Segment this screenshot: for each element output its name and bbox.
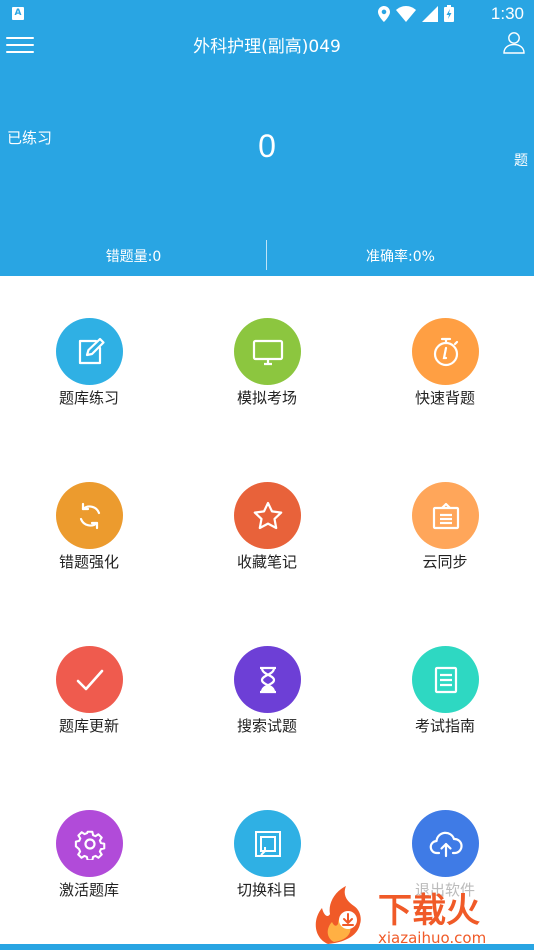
tile-label: 题库练习 xyxy=(58,389,119,407)
refresh-icon xyxy=(79,502,100,529)
tile-label: 考试指南 xyxy=(414,717,475,735)
practiced-count: 0 xyxy=(258,128,276,164)
feature-grid: 题库练习 模拟考场 快速背题 错题强化 收藏笔记 云同步 题库更新 搜索试题 考… xyxy=(0,276,534,944)
monitor-icon xyxy=(252,339,283,365)
status-bar: A 1:30 xyxy=(0,0,534,28)
status-icons xyxy=(378,5,454,22)
tile-cloud-sync[interactable]: 云同步 xyxy=(356,440,534,604)
tile-icon-circle xyxy=(56,482,123,549)
cloud-upload-icon xyxy=(429,831,463,857)
tile-label: 模拟考场 xyxy=(236,389,297,407)
wrong-count[interactable]: 错题量:0 xyxy=(0,246,267,266)
tile-activate-bank[interactable]: 激活题库 xyxy=(0,768,178,932)
tile-exam-guide[interactable]: 考试指南 xyxy=(356,604,534,768)
switch-icon xyxy=(254,830,281,857)
tile-favorite-notes[interactable]: 收藏笔记 xyxy=(178,440,356,604)
battery-icon xyxy=(444,5,454,22)
tile-icon-circle xyxy=(234,318,301,385)
tile-icon-circle xyxy=(56,810,123,877)
clipboard-icon xyxy=(432,502,459,529)
list-icon xyxy=(434,666,457,693)
tile-label: 快速背题 xyxy=(414,389,475,407)
page-title: 外科护理(副高)049 xyxy=(193,37,341,57)
tile-icon-circle xyxy=(412,482,479,549)
location-icon xyxy=(378,5,390,22)
tile-search-questions[interactable]: 搜索试题 xyxy=(178,604,356,768)
tile-icon-circle xyxy=(56,646,123,713)
tile-icon-circle xyxy=(412,318,479,385)
tile-icon-circle xyxy=(234,810,301,877)
watermark-brand: 下载火 xyxy=(378,891,480,931)
tile-label: 错题强化 xyxy=(58,553,119,571)
tile-label: 激活题库 xyxy=(58,881,119,899)
accuracy-rate: 准确率:0% xyxy=(366,249,435,265)
tile-icon-circle xyxy=(234,482,301,549)
count-unit: 题 xyxy=(514,153,528,169)
gear-icon xyxy=(74,830,105,860)
signal-icon xyxy=(422,5,438,22)
tile-label: 题库更新 xyxy=(58,717,119,735)
tile-icon-circle xyxy=(412,810,479,877)
edit-icon xyxy=(78,337,105,364)
user-icon[interactable] xyxy=(502,30,526,54)
hourglass-icon xyxy=(259,666,276,693)
wifi-icon xyxy=(396,5,416,22)
app-notification-icon: A xyxy=(12,7,24,20)
tile-wrong-questions[interactable]: 错题强化 xyxy=(0,440,178,604)
watermark-url: xiazaihuo.com xyxy=(378,929,486,946)
check-icon xyxy=(76,669,103,690)
watermark-logo: 下载火 xiazaihuo.com xyxy=(314,880,534,947)
tile-icon-circle xyxy=(412,646,479,713)
tile-icon-circle xyxy=(56,318,123,385)
tile-label: 云同步 xyxy=(422,553,468,571)
clock: 1:30 xyxy=(490,4,524,23)
tile-label: 收藏笔记 xyxy=(236,553,297,571)
stopwatch-icon xyxy=(433,337,458,366)
tile-label: 搜索试题 xyxy=(236,717,297,735)
stats-row: 错题量:0 准确率:0% xyxy=(0,240,534,270)
tile-mock-exam[interactable]: 模拟考场 xyxy=(178,276,356,440)
tile-question-practice[interactable]: 题库练习 xyxy=(0,276,178,440)
star-icon xyxy=(253,501,282,529)
tile-bank-update[interactable]: 题库更新 xyxy=(0,604,178,768)
header: 外科护理(副高)049 已练习 0 题 错题量:0 准确率:0% xyxy=(0,28,534,276)
tile-quick-memorize[interactable]: 快速背题 xyxy=(356,276,534,440)
tile-icon-circle xyxy=(234,646,301,713)
